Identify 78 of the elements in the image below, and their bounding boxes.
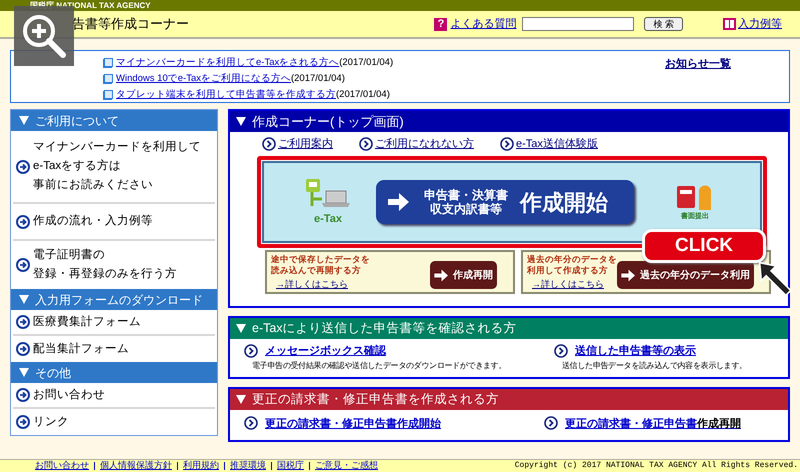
footer-link[interactable]: 利用規約 xyxy=(183,459,219,472)
news-date: (2017/01/04) xyxy=(336,88,390,102)
footer-link[interactable]: お問い合わせ xyxy=(35,459,89,472)
chevron-circle-icon xyxy=(262,136,276,151)
search-button[interactable]: 検 索 xyxy=(644,17,683,31)
chevron-circle-icon xyxy=(500,136,514,151)
arrow-circle-icon xyxy=(16,388,30,402)
news-list-link[interactable]: お知らせ一覧 xyxy=(665,56,731,102)
section-link[interactable]: 更正の請求書・修正申告書作成開始 xyxy=(265,416,441,432)
footer-link[interactable]: 個人情報保護方針 xyxy=(100,459,172,472)
triangle-icon xyxy=(236,117,246,126)
chevron-circle-icon xyxy=(244,416,258,430)
sidebar-link[interactable]: マイナンバーカードを利用して e-Taxをする方は 事前にお読みください xyxy=(33,138,201,195)
arrow-circle-icon xyxy=(16,415,30,429)
news-date: (2017/01/04) xyxy=(290,72,345,86)
copyright-text: Copyright (c) 2017 NATIONAL TAX AGENCY All Rights Reserved. xyxy=(514,460,798,472)
section-link[interactable]: 送信した申告書等の表示 xyxy=(575,343,696,360)
section-link[interactable]: 更正の請求書・修正申告書作成再開 xyxy=(565,416,741,432)
guide-link[interactable]: ご利用案内 xyxy=(278,136,333,152)
page-icon xyxy=(103,58,113,68)
resume-description: 過去の年分のデータを 利用して作成する方 xyxy=(527,254,617,276)
examples-link[interactable]: 入力例等 xyxy=(738,16,782,32)
footer-link[interactable]: 国税庁 xyxy=(277,459,304,472)
sidebar-link[interactable]: 配当集計フォーム xyxy=(33,340,129,358)
etax-label: e-Tax xyxy=(314,212,342,227)
page-icon xyxy=(103,74,113,84)
resume-button[interactable]: 作成再開 xyxy=(430,261,497,289)
chevron-circle-icon xyxy=(554,344,568,358)
arrow-icon xyxy=(388,192,410,212)
news-link[interactable]: マイナンバーカードを利用してe-Taxをされる方へ xyxy=(116,56,340,70)
guide-link[interactable]: e-Tax送信体験版 xyxy=(516,136,598,152)
footer-link[interactable]: ご意見・ご感想 xyxy=(315,459,378,472)
arrow-icon xyxy=(621,268,636,282)
section-link[interactable]: メッセージボックス確認 xyxy=(265,343,386,360)
sidebar-link[interactable]: お問い合わせ xyxy=(33,386,105,404)
news-link[interactable]: タブレット端末を利用して申告書等を作成する方 xyxy=(116,88,336,102)
link-description: 電子申告の受付結果の確認や送信したデータのダウンロードができます。 xyxy=(252,360,508,372)
section-heading: 更正の請求書・修正申告書を作成される方 xyxy=(230,389,788,410)
search-field[interactable] xyxy=(522,17,634,31)
sidebar-link[interactable]: 医療費集計フォーム xyxy=(33,312,141,332)
book-icon xyxy=(723,18,736,30)
guide-link[interactable]: ご利用になれない方 xyxy=(375,136,474,152)
triangle-icon xyxy=(19,116,29,125)
sidebar-link[interactable]: リンク xyxy=(33,412,69,432)
resume-button[interactable]: 過去の年分のデータ利用 xyxy=(617,261,754,289)
link-description: 送信した申告データを読み込んで内容を表示します。 xyxy=(562,360,747,372)
triangle-icon xyxy=(19,368,29,377)
zoom-in-icon xyxy=(21,13,67,59)
sidebar-link[interactable]: 作成の流れ・入力例等 xyxy=(33,212,153,231)
resume-description: 途中で保存したデータを 読み込んで再開する方 xyxy=(271,254,370,276)
sidebar-heading: その他 xyxy=(11,362,217,383)
arrow-circle-icon xyxy=(16,214,30,228)
sidebar-link[interactable]: 電子証明書の 登録・再登録のみを行う方 xyxy=(33,246,177,284)
sidebar-heading: ご利用について xyxy=(11,110,217,131)
arrow-circle-icon xyxy=(16,342,30,356)
section-heading: 作成コーナー(トップ画面) xyxy=(230,111,788,132)
chevron-circle-icon xyxy=(244,344,258,358)
chevron-circle-icon xyxy=(544,416,558,430)
arrow-circle-icon xyxy=(16,315,30,329)
arrow-circle-icon xyxy=(16,160,30,174)
news-date: (2017/01/04) xyxy=(339,56,394,70)
footer-link[interactable]: 推奨環境 xyxy=(230,459,266,472)
section-heading: e-Taxにより送信した申告書等を確認される方 xyxy=(230,318,788,339)
chevron-circle-icon xyxy=(359,136,373,151)
faq-link[interactable]: よくある質問 xyxy=(450,16,516,32)
sidebar-heading: 入力用フォームのダウンロード xyxy=(11,289,217,310)
arrow-circle-icon xyxy=(16,258,30,272)
triangle-icon xyxy=(236,395,246,404)
triangle-icon xyxy=(19,295,29,304)
click-tooltip: CLICK xyxy=(642,229,766,263)
news-link[interactable]: Windows 10でe-Taxをご利用になる方へ xyxy=(116,72,291,86)
agency-label: 国税庁 NATIONAL TAX AGENCY xyxy=(30,2,151,10)
details-link[interactable]: →詳しくはこちら xyxy=(276,278,370,292)
triangle-icon xyxy=(236,324,246,333)
question-icon: ? xyxy=(434,18,448,30)
details-link[interactable]: →詳しくはこちら xyxy=(532,278,617,292)
arrow-icon xyxy=(434,268,449,282)
page-icon xyxy=(103,90,113,100)
